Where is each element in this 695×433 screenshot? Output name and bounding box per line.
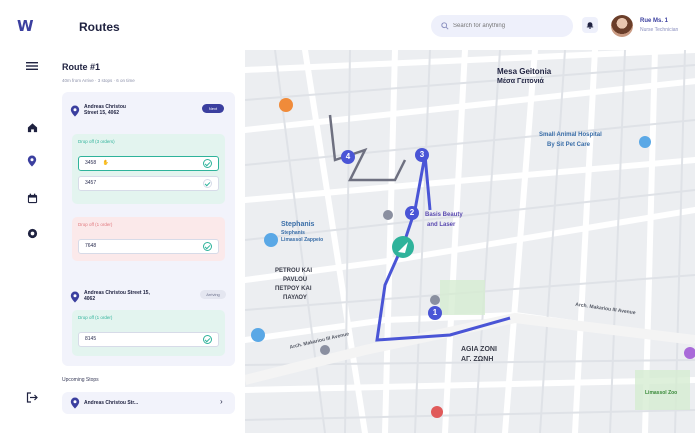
order-number: 3457: [85, 180, 97, 186]
search-bar[interactable]: [431, 15, 573, 37]
map-label: and Laser: [427, 222, 456, 228]
map-view[interactable]: 1 2 3 4 Mesa Geitonia Μέσα Γειτονιά Smal…: [245, 50, 695, 433]
stop-marker[interactable]: 1: [428, 306, 442, 320]
stop-marker[interactable]: 2: [405, 206, 419, 220]
upcoming-stops-label: Upcoming Stops: [62, 377, 99, 383]
map-label: Basis Beauty: [425, 212, 463, 218]
map-label: Small Animal Hospital: [539, 132, 602, 138]
stop-address-line2: Street 15, 4062: [84, 110, 120, 116]
pickup-label: Drop off (3 orders): [78, 139, 115, 144]
route-meta: 40m from Arrive · 3 stops · 6 on time: [62, 78, 135, 83]
map-pin-icon: [70, 397, 80, 409]
dropoff-section: Drop off (1 order) 7648: [72, 217, 225, 261]
pickup-section: Drop off (3 orders) 3458 ✋ 3457: [72, 134, 225, 204]
user-name: Rue Ms. 1: [640, 18, 669, 24]
page-title: Routes: [79, 20, 120, 34]
search-input[interactable]: [453, 23, 563, 29]
order-field[interactable]: 3457: [78, 176, 219, 191]
map-label: Mesa Geitonia: [497, 67, 552, 76]
route-title: Route #1: [62, 62, 101, 72]
calendar-icon[interactable]: [25, 191, 39, 205]
home-icon[interactable]: [25, 120, 39, 134]
map-label: ΠΑΥΛΟΥ: [283, 295, 307, 301]
order-field[interactable]: 7648: [78, 239, 219, 254]
top-bar: W Routes Rue Ms. 1 Nurse Technician: [0, 0, 695, 50]
pickup-label: Drop off (1 order): [78, 315, 113, 320]
map-label: PAVLOU: [283, 277, 308, 283]
stop-address: Andreas Christou Street 15, 4062: [84, 104, 126, 116]
notification-button[interactable]: [582, 17, 598, 33]
chevron-right-icon[interactable]: ›: [220, 397, 223, 406]
settings-icon[interactable]: [25, 226, 39, 240]
user-role: Nurse Technician: [640, 27, 679, 33]
map-label: Limassol Zappeio: [281, 237, 324, 243]
check-icon[interactable]: [203, 242, 212, 251]
pickup-section: Drop off (1 order) 8145: [72, 310, 225, 356]
status-badge: Next: [202, 104, 224, 113]
order-number: 7648: [85, 243, 97, 249]
map-label: AGIA ZONI: [461, 346, 497, 353]
logout-icon[interactable]: [25, 390, 39, 404]
stop-card[interactable]: Andreas Christou Street 15, 4062 Arrivin…: [62, 282, 235, 366]
dropoff-label: Drop off (1 order): [78, 222, 113, 227]
avatar[interactable]: [611, 15, 633, 37]
stop-marker[interactable]: 3: [415, 148, 429, 162]
map-pin-icon[interactable]: [25, 154, 39, 168]
route-panel: Route #1 40m from Arrive · 3 stops · 6 o…: [52, 50, 245, 433]
map-label: Stephanis: [281, 221, 315, 228]
map-label: Stephanis: [281, 230, 305, 236]
order-field[interactable]: 8145: [78, 332, 219, 347]
map-label: PETROU KAI: [275, 268, 313, 274]
map-pin-icon: [70, 291, 80, 303]
menu-icon[interactable]: [25, 59, 39, 73]
map-label: Μέσα Γειτονιά: [497, 78, 544, 85]
map-label: By Sit Pet Care: [547, 142, 591, 148]
bell-icon: [586, 22, 594, 29]
search-icon: [441, 22, 449, 30]
map-label: ΑΓ. ΖΩΝΗ: [461, 356, 494, 363]
check-icon[interactable]: [203, 159, 212, 168]
order-field[interactable]: 3458 ✋: [78, 156, 219, 171]
status-badge: Arriving: [200, 290, 226, 299]
hand-icon: ✋: [102, 160, 109, 166]
upcoming-stop-address: Andreas Christou Str...: [84, 400, 139, 406]
map-pin-icon: [70, 105, 80, 117]
app-logo[interactable]: W: [17, 17, 34, 35]
stop-address-line2: 4062: [84, 296, 96, 302]
map-label: Limassol Zoo: [645, 390, 678, 396]
map-label: ΠΕΤΡΟΥ ΚΑΙ: [275, 286, 312, 292]
check-icon[interactable]: [203, 179, 212, 188]
order-number: 3458: [85, 160, 97, 166]
check-icon[interactable]: [203, 335, 212, 344]
order-number: 8145: [85, 336, 97, 342]
stop-address: Andreas Christou Street 15, 4062: [84, 290, 150, 302]
stop-marker[interactable]: 4: [341, 150, 355, 164]
upcoming-stop-item[interactable]: Andreas Christou Str... ›: [62, 392, 235, 414]
